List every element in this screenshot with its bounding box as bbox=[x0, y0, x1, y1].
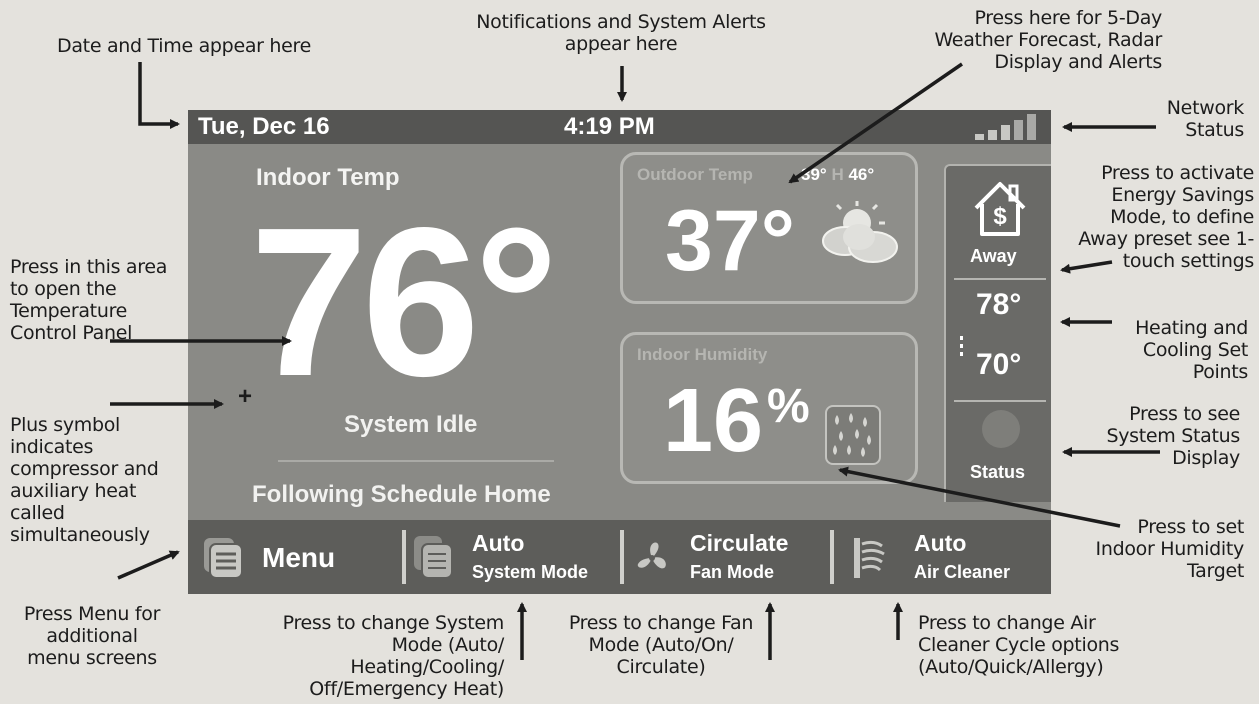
side-panel: $ Away 78° 70° Status bbox=[944, 164, 1051, 502]
arrow-date-time bbox=[138, 62, 180, 129]
partly-cloudy-icon bbox=[822, 201, 898, 263]
time-display[interactable]: 4:19 PM bbox=[564, 113, 655, 141]
indoor-humidity-label: Indoor Humidity bbox=[637, 345, 768, 364]
outdoor-temp-card[interactable]: Outdoor Temp 39° H 46° 37° bbox=[620, 152, 918, 304]
system-mode-label: System Mode bbox=[472, 562, 589, 582]
annotation-setpoints: Heating and Cooling Set Points bbox=[1135, 317, 1248, 383]
annotation-network: Network Status bbox=[1166, 97, 1245, 141]
status-button[interactable]: Status bbox=[946, 402, 1051, 502]
fan-mode-label: Fan Mode bbox=[690, 562, 774, 582]
menu-label: Menu bbox=[262, 542, 336, 573]
system-mode-icon bbox=[414, 536, 453, 579]
system-mode-value: Auto bbox=[472, 530, 525, 556]
annotation-notifications: Notifications and System Alerts appear h… bbox=[476, 11, 766, 55]
fan-icon bbox=[637, 542, 666, 569]
away-button[interactable]: $ Away bbox=[946, 166, 1051, 278]
air-cleaner-button[interactable]: Auto Air Cleaner bbox=[836, 520, 1051, 594]
annotation-air-cleaner: Press to change Air Cleaner Cycle option… bbox=[918, 612, 1120, 678]
annotation-temp-panel: Press in this area to open the Temperatu… bbox=[10, 256, 168, 344]
annotation-system-mode: Press to change System Mode (Auto/ Heati… bbox=[282, 612, 505, 700]
divider bbox=[620, 530, 624, 584]
date-display: Tue, Dec 16 bbox=[198, 113, 330, 140]
menu-button[interactable]: Menu bbox=[188, 520, 402, 594]
annotation-fan-mode: Press to change Fan Mode (Auto/On/ Circu… bbox=[568, 612, 754, 678]
annotation-energy: Press to activate Energy Savings Mode, t… bbox=[1078, 162, 1254, 272]
fan-mode-button[interactable]: Circulate Fan Mode bbox=[626, 520, 830, 594]
away-label: Away bbox=[970, 246, 1017, 266]
status-indicator-icon bbox=[982, 410, 1020, 448]
annotation-date-time: Date and Time appear here bbox=[57, 35, 312, 57]
outdoor-temp-label: Outdoor Temp bbox=[637, 165, 753, 184]
svg-text:$: $ bbox=[993, 203, 1007, 230]
divider bbox=[402, 530, 406, 584]
annotation-plus: Plus symbol indicates compressor and aux… bbox=[10, 414, 159, 546]
outdoor-low-high: 39° H 46° bbox=[801, 165, 875, 184]
status-label: Status bbox=[970, 462, 1026, 482]
status-bar: Tue, Dec 16 4:19 PM bbox=[188, 110, 1051, 144]
outdoor-temp-value: 37° bbox=[665, 193, 796, 289]
schedule-status: Following Schedule Home bbox=[252, 481, 551, 508]
setpoints-button[interactable]: 78° 70° bbox=[946, 280, 1051, 400]
temperature-control-area[interactable]: Indoor Temp 76° + System Idle Following … bbox=[188, 144, 608, 520]
air-cleaner-value: Auto bbox=[914, 530, 967, 556]
divider bbox=[830, 530, 834, 584]
indoor-humidity-value: 16 bbox=[663, 371, 764, 471]
system-status-text: System Idle bbox=[344, 411, 478, 438]
cooling-setpoint: 70° bbox=[976, 348, 1022, 381]
signal-bars-icon bbox=[975, 114, 1037, 140]
menu-icon bbox=[204, 538, 243, 579]
thermostat-screen: Tue, Dec 16 4:19 PM Indoor Temp 76° + Sy… bbox=[188, 110, 1051, 594]
aux-heat-plus-symbol: + bbox=[238, 383, 253, 410]
air-cleaner-icon bbox=[854, 538, 885, 578]
indoor-temp-value: 76° bbox=[250, 183, 559, 420]
setpoint-dots bbox=[960, 336, 964, 360]
indoor-humidity-card[interactable]: Indoor Humidity 16 % bbox=[620, 332, 918, 484]
house-dollar-icon: $ bbox=[974, 182, 1026, 236]
annotation-weather: Press here for 5-Day Weather Forecast, R… bbox=[934, 7, 1162, 73]
arrow-menu bbox=[117, 550, 180, 580]
annotation-status: Press to see System Status Display bbox=[1106, 403, 1240, 469]
annotation-menu: Press Menu for additional menu screens bbox=[23, 603, 161, 669]
system-mode-button[interactable]: Auto System Mode bbox=[408, 520, 620, 594]
annotation-humidity: Press to set Indoor Humidity Target bbox=[1095, 516, 1245, 582]
fan-mode-value: Circulate bbox=[690, 530, 789, 556]
air-cleaner-label: Air Cleaner bbox=[914, 562, 1011, 582]
heating-setpoint: 78° bbox=[976, 288, 1022, 321]
humidity-percent-sign: % bbox=[767, 380, 810, 433]
humidity-drops-icon bbox=[825, 405, 881, 465]
divider bbox=[278, 460, 554, 462]
bottom-menu-bar: Menu Auto System Mode Circulate Fan Mode… bbox=[188, 520, 1051, 594]
